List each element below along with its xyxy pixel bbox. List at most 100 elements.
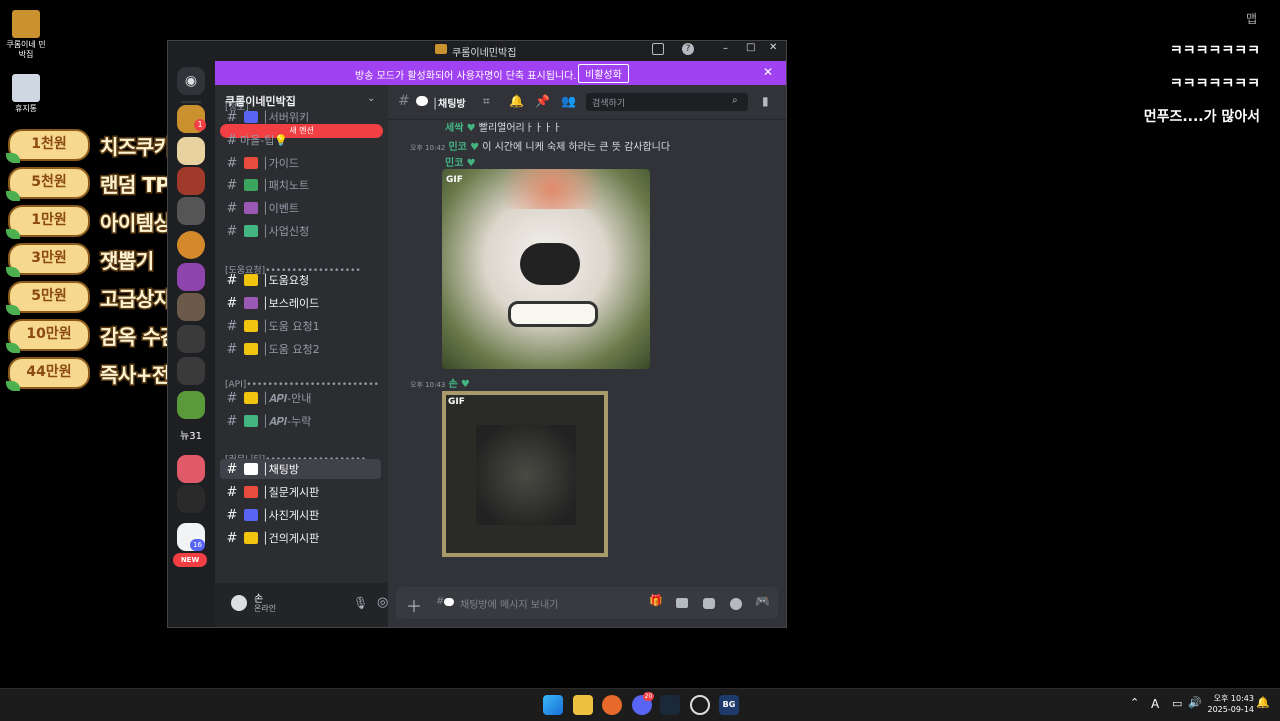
- message-author[interactable]: 민코: [445, 158, 463, 169]
- channel-name: │사업신청: [262, 225, 310, 238]
- speech-bubble-icon: [444, 598, 454, 606]
- chevron-down-icon[interactable]: ⌄: [367, 93, 375, 104]
- new-badge[interactable]: NEW: [173, 553, 207, 567]
- donation-amount: 3만원: [6, 243, 90, 277]
- channel-sidebar: 쿠롬이네민박집 ⌄ 새 멘션 [정보] [도움요청]•••••••••••••••…: [215, 85, 388, 583]
- headphones-icon[interactable]: ◎: [377, 595, 388, 610]
- channel-item[interactable]: # │패치노트: [220, 175, 381, 195]
- bg-app-icon[interactable]: BG: [719, 695, 739, 715]
- recycle-bin[interactable]: 휴지통: [6, 74, 46, 114]
- server-icon[interactable]: [177, 293, 205, 321]
- channel-item[interactable]: # │도움 요청2: [220, 339, 381, 359]
- channel-item[interactable]: # │질문게시판: [220, 482, 381, 502]
- gift-icon[interactable]: 🎁: [649, 594, 663, 607]
- discord-home-icon[interactable]: ◉: [177, 67, 205, 95]
- server-icon[interactable]: [177, 391, 205, 419]
- help-icon[interactable]: ?: [682, 43, 694, 55]
- leaf-icon: [6, 153, 20, 163]
- search-placeholder: 검색하기: [592, 99, 626, 109]
- channel-name: │보스레이드: [262, 297, 320, 310]
- server-icon[interactable]: [177, 357, 205, 385]
- channel-item[interactable]: # │채팅방: [220, 459, 381, 479]
- message-author[interactable]: 세싹: [445, 123, 463, 134]
- server-icon[interactable]: [177, 167, 205, 195]
- channel-emoji-icon: [244, 274, 258, 286]
- channel-item[interactable]: # │𝑨𝑷𝑰-안내: [220, 388, 381, 408]
- server-icon[interactable]: [177, 455, 205, 483]
- search-input[interactable]: 검색하기 ⌕: [586, 93, 748, 111]
- channel-item[interactable]: # │가이드: [220, 153, 381, 173]
- channel-emoji-icon: [244, 111, 258, 123]
- channel-item[interactable]: # │건의게시판: [220, 528, 381, 548]
- channel-item[interactable]: # 마을-팁💡: [220, 130, 381, 150]
- emoji-icon[interactable]: [730, 598, 742, 610]
- gif-picker-icon[interactable]: [676, 598, 688, 608]
- server-icon[interactable]: [177, 197, 205, 225]
- start-button[interactable]: [543, 695, 563, 715]
- leaf-icon: [6, 191, 20, 201]
- ime-indicator[interactable]: A: [1151, 697, 1159, 711]
- message-input[interactable]: 채팅방에 메시지 보내기: [460, 596, 558, 611]
- hash-icon: #: [226, 132, 238, 148]
- server-icon[interactable]: [177, 263, 205, 291]
- speech-bubble-icon: [416, 96, 428, 106]
- steam-icon[interactable]: [660, 695, 680, 715]
- channel-item[interactable]: # │사진게시판: [220, 505, 381, 525]
- activities-icon[interactable]: 🎮: [755, 594, 770, 608]
- channel-item[interactable]: # │도움 요청1: [220, 316, 381, 336]
- bookmark-icon[interactable]: ▮: [762, 94, 769, 108]
- channel-name: │패치노트: [262, 179, 310, 192]
- channel-emoji-icon: [244, 509, 258, 521]
- server-icon: [435, 44, 447, 54]
- message: 세싹 ♥ 빨리열어리ㅏㅏㅏㅏ: [445, 119, 562, 134]
- app-icon[interactable]: [690, 695, 710, 715]
- channel-item[interactable]: # │이벤트: [220, 198, 381, 218]
- gif-attachment-dog[interactable]: GIF: [442, 169, 650, 369]
- microphone-icon[interactable]: 🎙: [353, 596, 368, 610]
- volume-icon[interactable]: 🔊: [1188, 696, 1202, 709]
- server-icon[interactable]: [177, 137, 205, 165]
- disable-streamer-mode-button[interactable]: 비활성화: [578, 64, 629, 83]
- desktop-shortcut[interactable]: 쿠롬이네 민박집: [6, 10, 46, 60]
- notification-bell-icon[interactable]: 🔔: [1256, 696, 1270, 709]
- close-button[interactable]: ✕: [769, 42, 777, 53]
- channel-item[interactable]: # │도움요청: [220, 270, 381, 290]
- donation-amount: 1만원: [6, 205, 90, 239]
- server-icon[interactable]: [177, 325, 205, 353]
- badge-icon: ♥: [466, 158, 476, 169]
- server-icon[interactable]: 뉴31: [177, 423, 205, 451]
- members-icon[interactable]: 👥: [561, 94, 576, 108]
- dog-nose: [520, 243, 580, 285]
- chevron-up-icon[interactable]: ⌃: [1130, 696, 1139, 709]
- close-banner-icon[interactable]: ✕: [763, 65, 773, 79]
- bell-icon[interactable]: 🔔: [509, 94, 524, 108]
- channel-item[interactable]: # │서버위키: [220, 107, 381, 127]
- add-attachment-icon[interactable]: ＋: [406, 593, 422, 617]
- pin-icon[interactable]: 📌: [535, 94, 550, 108]
- channel-item[interactable]: # │사업신청: [220, 221, 381, 241]
- message-list: 세싹 ♥ 빨리열어리ㅏㅏㅏㅏ 오후 10:42 민코 ♥ 이 시간에 니케 숙제…: [388, 119, 786, 583]
- maximize-button[interactable]: □: [746, 42, 755, 53]
- server-icon[interactable]: [177, 485, 205, 513]
- channel-emoji-icon: [244, 463, 258, 475]
- firefox-icon[interactable]: [602, 695, 622, 715]
- gif-attachment-dark[interactable]: GIF: [442, 391, 608, 557]
- avatar[interactable]: [231, 595, 247, 611]
- file-explorer-icon[interactable]: [573, 695, 593, 715]
- stream-chat-line: ㅋㅋㅋㅋㅋㅋㅋ: [1169, 43, 1260, 59]
- message-author[interactable]: 손: [448, 379, 457, 390]
- channel-item[interactable]: # │𝑨𝑷𝑰-누락: [220, 411, 381, 431]
- message-author[interactable]: 민코: [448, 142, 466, 153]
- stream-chat-line: 먼푸즈....가 많아서: [1143, 109, 1260, 125]
- inbox-icon[interactable]: [652, 43, 664, 55]
- threads-icon[interactable]: ⌗: [483, 94, 490, 109]
- network-icon[interactable]: ▭: [1172, 697, 1182, 710]
- channel-item[interactable]: # │보스레이드: [220, 293, 381, 313]
- hash-icon: #: [226, 223, 238, 239]
- minimize-button[interactable]: –: [723, 43, 728, 54]
- clock[interactable]: 오후 10:43 2025-09-14: [1206, 693, 1255, 715]
- compass-server-icon[interactable]: [177, 231, 205, 259]
- sticker-icon[interactable]: [703, 598, 715, 609]
- channel-emoji-icon: [244, 179, 258, 191]
- clock-time: 오후 10:43: [1213, 694, 1254, 703]
